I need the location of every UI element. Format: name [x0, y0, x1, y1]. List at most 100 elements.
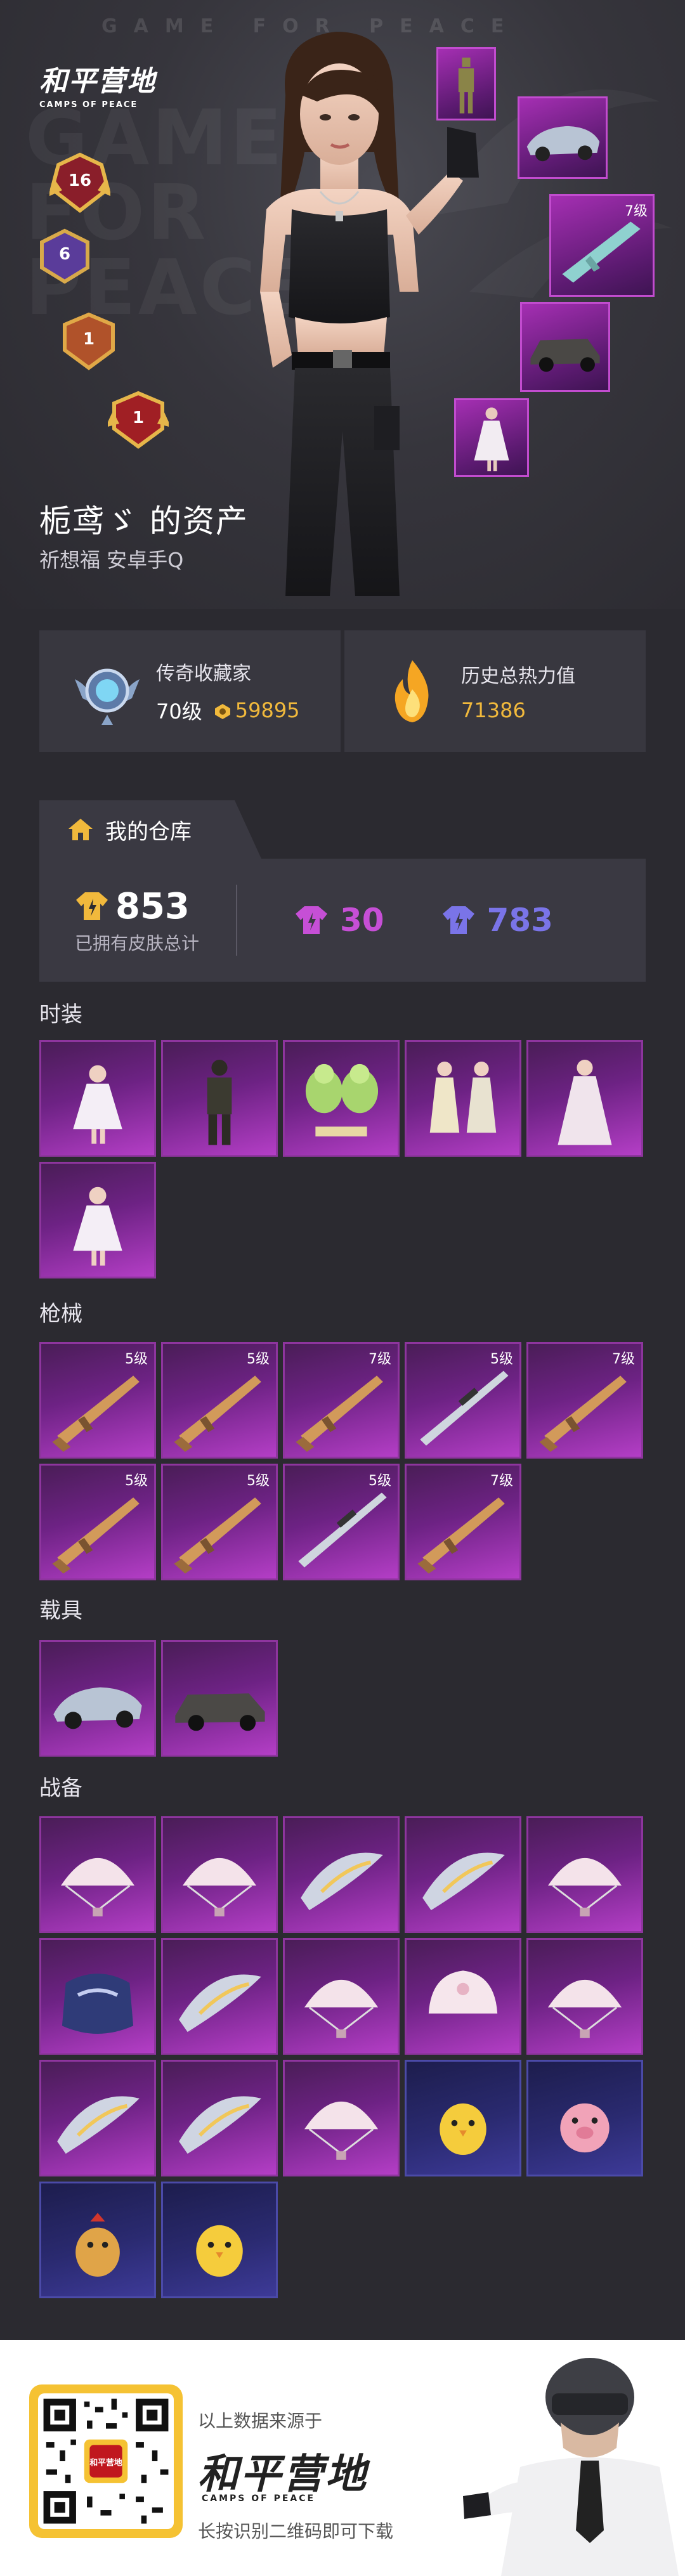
inventory-item[interactable] [161, 1938, 278, 2055]
skin-total: 853 已拥有皮肤总计 [39, 886, 236, 955]
inventory-item[interactable]: 5级 [39, 1342, 156, 1459]
footer-logo: 和平营地 [198, 2451, 368, 2498]
inventory-item[interactable]: 5级 [161, 1342, 278, 1459]
inventory-item[interactable]: 5级 [39, 1464, 156, 1580]
footer-source-text: 以上数据来源于 [198, 2410, 323, 2431]
inventory-item[interactable]: 5级 [161, 1464, 278, 1580]
inventory-item[interactable]: 7级 [283, 1342, 400, 1459]
inventory-item[interactable] [161, 1640, 278, 1757]
blue-skin-count: 783 [441, 902, 553, 939]
warehouse-summary: 853 已拥有皮肤总计 30 783 [39, 859, 646, 982]
inventory-item[interactable] [405, 1938, 521, 2055]
footer-logo-subtext: CAMPS OF PEACE [202, 2494, 316, 2504]
section-title: 载具 [39, 1598, 82, 1623]
blue-shirt-icon [442, 906, 474, 934]
inventory-item[interactable] [161, 1816, 278, 1933]
qr-code-pattern: 和平营地 [43, 2398, 169, 2524]
section-title: 时装 [39, 1002, 82, 1027]
rank-badge-conqueror: 1 [105, 389, 171, 450]
soldier-illustration [463, 2358, 679, 2576]
inventory-item[interactable] [283, 1816, 400, 1933]
parachute-icon [547, 1857, 622, 1916]
heat-card: 历史总热力值 71386 [344, 630, 646, 752]
rooster-pet-icon [75, 2213, 120, 2277]
inventory-item[interactable] [161, 1040, 278, 1157]
flame-icon [395, 660, 429, 722]
inventory-item[interactable]: 5级 [283, 1464, 400, 1580]
purple-skin-count-value: 30 [340, 902, 384, 939]
inventory-item[interactable] [405, 1816, 521, 1933]
glider-icon [422, 1852, 505, 1911]
inventory-item[interactable] [39, 2182, 156, 2298]
inventory-item[interactable] [39, 2060, 156, 2176]
chick-pet-icon [440, 2103, 486, 2156]
item-level: 5级 [490, 1351, 513, 1367]
inventory-item[interactable] [161, 2182, 278, 2298]
mascot-outfit-icon [305, 1064, 379, 1136]
inventory-item[interactable] [39, 1816, 156, 1933]
inventory-item[interactable] [283, 1938, 400, 2055]
stats-row: 传奇收藏家 70级 59895 历史总热力值 71386 [39, 630, 646, 752]
item-level: 5级 [125, 1351, 148, 1367]
gold-shirt-icon [76, 892, 108, 920]
showcase-item-rifle[interactable]: 7级 [549, 194, 655, 297]
app-logo-text: 和平营地 [39, 65, 156, 98]
collector-points: 59895 [214, 698, 300, 722]
collector-card: 传奇收藏家 70级 59895 [39, 630, 341, 752]
section-title: 枪械 [39, 1301, 82, 1327]
item-level: 7级 [490, 1473, 513, 1489]
inventory-item[interactable] [526, 1040, 643, 1157]
inventory-item[interactable] [39, 1162, 156, 1278]
app-logo-subtext: CAMPS OF PEACE [39, 100, 138, 110]
qr-code[interactable]: 和平营地 [29, 2384, 183, 2538]
showcase-item-outfit[interactable] [436, 47, 496, 120]
collector-label: 传奇收藏家 [156, 663, 251, 685]
footer-banner: 和平营地 以上数据来源于 和平营地 CAMPS OF PEACE 长按识别二维码… [0, 2340, 685, 2576]
inventory-item[interactable] [283, 1040, 400, 1157]
inventory-item[interactable]: 5级 [405, 1342, 521, 1459]
rank-badge-ace: 1 [58, 311, 119, 372]
inventory-item[interactable]: 7级 [526, 1342, 643, 1459]
qr-center-badge: 和平营地 [89, 2457, 122, 2468]
dress-outfit-icon [73, 1065, 122, 1144]
parachute-icon [547, 1979, 622, 2038]
inventory-item[interactable] [283, 2060, 400, 2176]
home-icon [68, 819, 93, 840]
inventory-item[interactable] [526, 1816, 643, 1933]
tactical-outfit-icon [207, 1060, 232, 1145]
collector-badge-icon [75, 668, 140, 725]
parachute-icon [304, 2101, 379, 2160]
divider [236, 885, 237, 956]
inventory-item[interactable]: 7级 [405, 1464, 521, 1580]
showcase-item-car[interactable] [520, 302, 610, 392]
app-logo: 和平营地 CAMPS OF PEACE [39, 58, 156, 110]
item-level: 5级 [125, 1473, 148, 1489]
inventory-item[interactable] [405, 2060, 521, 2176]
skin-total-value: 853 [115, 885, 190, 927]
helmet-icon [428, 1970, 498, 2014]
dress-outfit-icon [73, 1187, 122, 1266]
backpack-icon [62, 1974, 134, 2034]
heat-value: 71386 [461, 698, 526, 722]
footer-scan-hint: 长按识别二维码即可下载 [198, 2521, 394, 2542]
parachute-icon [182, 1857, 257, 1916]
inventory-item[interactable] [161, 2060, 278, 2176]
inventory-item[interactable] [405, 1040, 521, 1157]
showcase-item-dress[interactable] [454, 398, 529, 477]
sedan-icon [175, 1693, 265, 1731]
race-car-icon [53, 1687, 142, 1729]
hero-banner: GAME FOR PEACE GAME FOR PEACE 和平营地 CAMPS… [0, 0, 685, 609]
rank-badge-mythic: 16 [48, 152, 112, 213]
warehouse-tab[interactable]: 我的仓库 [39, 800, 261, 859]
chick-pet-icon [196, 2225, 243, 2277]
gown-outfit-icon [558, 1060, 612, 1145]
inventory-item[interactable] [526, 2060, 643, 2176]
inventory-item[interactable] [39, 1040, 156, 1157]
collector-level: 70级 [156, 699, 202, 724]
coin-icon [214, 704, 230, 719]
pig-pet-icon [560, 2103, 610, 2153]
inventory-item[interactable] [39, 1938, 156, 2055]
inventory-item[interactable] [526, 1938, 643, 2055]
showcase-item-vehicle[interactable] [518, 96, 608, 179]
inventory-item[interactable] [39, 1640, 156, 1757]
